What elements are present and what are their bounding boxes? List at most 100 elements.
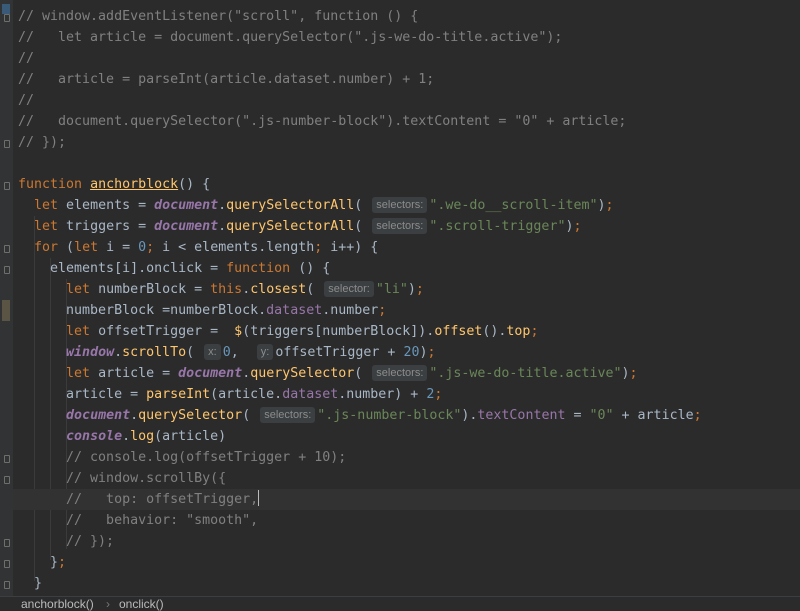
code-token: // window.scrollBy({ (18, 471, 227, 486)
code-token: .number) + (338, 387, 427, 402)
code-token: // behavior: "smooth", (18, 513, 259, 528)
code-token: ; (314, 240, 331, 255)
code-line-text: let numberBlock = this.closest( selector… (18, 279, 424, 300)
code-token: . (242, 282, 251, 297)
code-line[interactable]: window.scrollTo( x: 0, y: offsetTrigger + … (13, 342, 800, 363)
code-line[interactable]: // console.log(offsetTrigger + 10); (13, 447, 800, 468)
scroll-marker (2, 4, 10, 14)
code-line[interactable]: for (let i = 0; i < elements.length; i++… (13, 237, 800, 258)
code-token: $ (234, 324, 243, 339)
code-line-text: elements[i].onclick = function () { (18, 258, 330, 279)
code-token: ( (66, 240, 75, 255)
code-token: () { (178, 177, 211, 192)
code-line[interactable]: // let article = document.querySelector(… (13, 27, 800, 48)
fold-icon[interactable] (4, 140, 10, 148)
code-line[interactable]: // (13, 48, 800, 69)
code-token: + article (613, 408, 694, 423)
code-line-text: // article = parseInt(article.dataset.nu… (18, 69, 434, 90)
code-line[interactable]: let article = document.querySelector( se… (13, 363, 800, 384)
fold-icon[interactable] (4, 476, 10, 484)
code-line[interactable]: // (13, 90, 800, 111)
parameter-hint: selectors: (372, 365, 428, 381)
fold-icon[interactable] (4, 245, 10, 253)
code-token: // window.addEventListener("scroll", fun… (18, 9, 419, 24)
code-token: let (34, 198, 67, 213)
fold-icon[interactable] (4, 14, 10, 22)
code-token: // document.querySelector(".js-number-bl… (18, 114, 627, 129)
code-editor[interactable]: // window.addEventListener("scroll", fun… (0, 0, 800, 596)
editor-gutter[interactable] (0, 0, 13, 596)
parameter-hint: selectors: (260, 407, 316, 423)
code-token: textContent (477, 408, 566, 423)
breadcrumb-item[interactable]: anchorblock() (21, 598, 94, 611)
code-line-text: let elements = document.querySelectorAll… (18, 195, 614, 216)
code-token: offset (434, 324, 483, 339)
code-line-text: window.scrollTo( x: 0, y: offsetTrigger + … (18, 342, 435, 363)
code-line[interactable]: document.querySelector( selectors: ".js-n… (13, 405, 800, 426)
code-line-text: // let article = document.querySelector(… (18, 27, 562, 48)
fold-icon[interactable] (4, 581, 10, 589)
code-token: .number (322, 303, 379, 318)
code-line[interactable]: // behavior: "smooth", (13, 510, 800, 531)
code-line[interactable]: let elements = document.querySelectorAll… (13, 195, 800, 216)
code-token: ".js-number-block" (317, 408, 462, 423)
fold-icon[interactable] (4, 182, 10, 190)
code-token: querySelectorAll (226, 198, 355, 213)
code-line[interactable]: let numberBlock = this.closest( selector… (13, 279, 800, 300)
code-line[interactable]: // document.querySelector(".js-number-bl… (13, 111, 800, 132)
code-token: offsetTrigger + (275, 345, 404, 360)
code-line-text: document.querySelector( selectors: ".js-n… (18, 405, 702, 426)
code-token: = (565, 408, 590, 423)
code-token: querySelectorAll (226, 219, 355, 234)
code-token: "li" (375, 282, 408, 297)
code-token: let (66, 366, 99, 381)
code-token: ".scroll-trigger" (429, 219, 566, 234)
code-line[interactable]: // }); (13, 132, 800, 153)
code-line[interactable]: article = parseInt(article.dataset.numbe… (13, 384, 800, 405)
code-line[interactable]: // top: offsetTrigger, (13, 489, 800, 510)
code-line-text: // (18, 90, 34, 111)
code-line[interactable]: }; (13, 552, 800, 573)
fold-icon[interactable] (4, 539, 10, 547)
code-line[interactable]: let triggers = document.querySelectorAll… (13, 216, 800, 237)
code-line-text: numberBlock =numberBlock.dataset.number; (18, 300, 386, 321)
code-token: (). (482, 324, 507, 339)
code-token: ; (693, 408, 702, 423)
fold-icon[interactable] (4, 560, 10, 568)
code-token: querySelector (138, 408, 243, 423)
code-token: document (154, 219, 219, 234)
fold-icon[interactable] (4, 455, 10, 463)
breadcrumb-item[interactable]: onclick() (119, 598, 164, 611)
code-token: ( (186, 345, 203, 360)
code-token: document (154, 198, 219, 213)
code-token: console (66, 429, 123, 444)
code-line[interactable]: numberBlock =numberBlock.dataset.number; (13, 300, 800, 321)
code-line[interactable]: function anchorblock() { (13, 174, 800, 195)
code-line[interactable] (13, 153, 800, 174)
code-token: ; (530, 324, 539, 339)
code-token: numberBlock =numberBlock. (18, 303, 267, 318)
code-line-text: console.log(article) (18, 426, 226, 447)
code-line[interactable]: // window.addEventListener("scroll", fun… (13, 6, 800, 27)
code-line[interactable]: } (13, 573, 800, 594)
code-line[interactable]: let offsetTrigger = $(triggers[numberBlo… (13, 321, 800, 342)
code-line[interactable]: // }); (13, 531, 800, 552)
code-line[interactable]: elements[i].onclick = function () { (13, 258, 800, 279)
code-token: article = (98, 366, 179, 381)
code-line-text: let article = document.querySelector( se… (18, 363, 638, 384)
code-line-text: // window.scrollBy({ (18, 468, 226, 489)
code-token: parseInt (146, 387, 211, 402)
fold-icon[interactable] (4, 266, 10, 274)
code-token: 0 (222, 345, 231, 360)
code-token: "0" (589, 408, 614, 423)
code-line[interactable]: console.log(article) (13, 426, 800, 447)
code-line-text: // }); (18, 531, 114, 552)
code-line-text: let offsetTrigger = $(triggers[numberBlo… (18, 321, 538, 342)
parameter-hint: y: (256, 344, 274, 360)
code-line[interactable]: // article = parseInt(article.dataset.nu… (13, 69, 800, 90)
code-line[interactable]: // window.scrollBy({ (13, 468, 800, 489)
